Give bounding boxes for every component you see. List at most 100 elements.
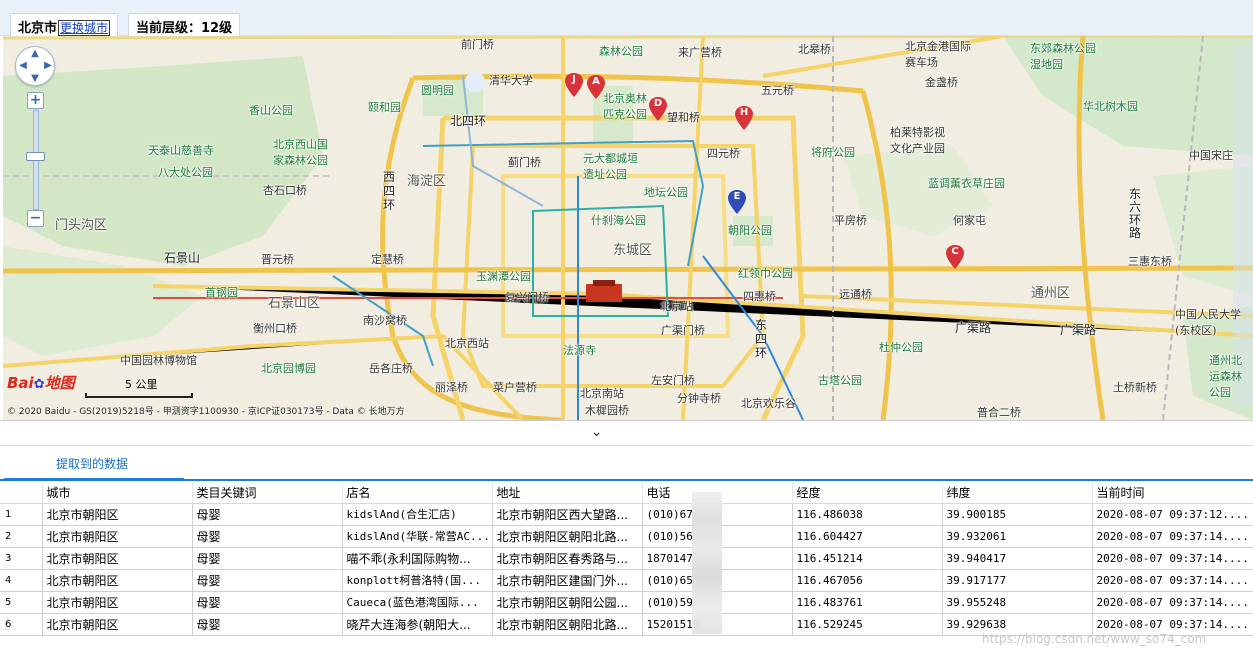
cell-longitude[interactable]: 116.451214 — [791, 546, 943, 570]
row-index: 6 — [0, 612, 43, 636]
marker-letter: H — [739, 107, 749, 118]
cell-city[interactable]: 北京市朝阳区 — [41, 524, 193, 548]
district-label: 海淀区 — [407, 174, 447, 189]
cell-address[interactable]: 北京市朝阳区朝阳北路... — [491, 612, 643, 636]
marker-letter: A — [592, 76, 600, 87]
place-label: 平房桥 — [834, 214, 867, 227]
cell-shop-name[interactable]: kidslAnd(合生汇店) — [341, 502, 493, 526]
cell-city[interactable]: 北京市朝阳区 — [41, 502, 193, 526]
road-label: 北四环 — [450, 114, 487, 128]
cell-longitude[interactable]: 116.467056 — [791, 568, 943, 592]
cell-longitude[interactable]: 116.483761 — [791, 590, 943, 614]
place-label: 中国园林博物馆 — [120, 354, 197, 367]
place-label: 左安门桥 — [651, 374, 695, 387]
table-row[interactable]: 4 北京市朝阳区 母婴 konplott柯普洛特(国... 北京市朝阳区建国门外… — [0, 568, 1253, 592]
cell-category[interactable]: 母婴 — [191, 590, 343, 614]
cell-category[interactable]: 母婴 — [191, 568, 343, 592]
row-index: 4 — [0, 568, 43, 592]
map-canvas[interactable]: 海淀区 东城区 石景山区 门头沟区 通州区 北四环 东六环路 西四环 东四环 广… — [3, 36, 1253, 420]
cell-address[interactable]: 北京市朝阳区春秀路与... — [491, 546, 643, 570]
zoom-slider-handle[interactable] — [26, 152, 45, 161]
current-city-tab: 北京市 更换城市 — [10, 13, 119, 36]
poi-label: 北京西山国家森林公园 — [273, 138, 328, 167]
place-label: 衡州口桥 — [253, 322, 297, 335]
place-label: 菜户营桥 — [493, 381, 537, 394]
road-label: 西四环 — [383, 170, 396, 212]
zoom-out-button[interactable]: − — [27, 210, 44, 227]
map-marker[interactable]: C — [946, 245, 964, 269]
cell-address[interactable]: 北京市朝阳区朝阳北路... — [491, 524, 643, 548]
cell-shop-name[interactable]: 喵不乖(永利国际购物... — [341, 546, 493, 570]
poi-label: 天泰山慈善寺 — [148, 144, 214, 157]
cell-latitude[interactable]: 39.932061 — [941, 524, 1093, 548]
cell-longitude[interactable]: 116.529245 — [791, 612, 943, 636]
cell-city[interactable]: 北京市朝阳区 — [41, 590, 193, 614]
change-city-link[interactable]: 更换城市 — [58, 20, 111, 36]
table-row[interactable]: 2 北京市朝阳区 母婴 kidslAnd(华联-常营AC... 北京市朝阳区朝阳… — [0, 524, 1253, 548]
cell-longitude[interactable]: 116.604427 — [791, 524, 943, 548]
cell-category[interactable]: 母婴 — [191, 502, 343, 526]
cell-address[interactable]: 北京市朝阳区朝阳公园... — [491, 590, 643, 614]
cell-time[interactable]: 2020-08-07 09:37:14.... — [1091, 568, 1253, 592]
cell-latitude[interactable]: 39.940417 — [941, 546, 1093, 570]
baidu-paw-icon: ✿ — [33, 377, 45, 392]
cell-shop-name[interactable]: kidslAnd(华联-常营AC... — [341, 524, 493, 548]
table-row[interactable]: 5 北京市朝阳区 母婴 Caueca(蓝色港湾国际... 北京市朝阳区朝阳公园.… — [0, 590, 1253, 614]
zoom-in-button[interactable]: + — [27, 92, 44, 109]
map-marker[interactable]: H — [735, 106, 753, 130]
column-header[interactable]: 类目关键词 — [192, 483, 343, 504]
row-index: 3 — [0, 546, 43, 570]
cell-time[interactable]: 2020-08-07 09:37:14.... — [1091, 524, 1253, 548]
place-label: 何家屯 — [953, 214, 986, 227]
column-header[interactable]: 纬度 — [942, 483, 1093, 504]
column-header[interactable]: 地址 — [492, 483, 643, 504]
column-header[interactable]: 店名 — [342, 483, 493, 504]
place-label: 金盏桥 — [925, 76, 958, 89]
poi-label: 将府公园 — [811, 146, 855, 159]
pan-down-icon[interactable]: ▼ — [29, 73, 41, 85]
cell-city[interactable]: 北京市朝阳区 — [41, 546, 193, 570]
panel-collapse-bar[interactable]: ⌄ — [0, 420, 1253, 446]
cell-shop-name[interactable]: konplott柯普洛特(国... — [341, 568, 493, 592]
cell-category[interactable]: 母婴 — [191, 546, 343, 570]
current-city-label: 北京市 — [18, 21, 58, 36]
pan-up-icon[interactable]: ▲ — [29, 48, 41, 60]
column-header[interactable]: 经度 — [792, 483, 943, 504]
row-index-header — [0, 483, 43, 504]
table-row[interactable]: 1 北京市朝阳区 母婴 kidslAnd(合生汇店) 北京市朝阳区西大望路...… — [0, 502, 1253, 526]
row-index: 1 — [0, 502, 43, 526]
map-marker[interactable]: D — [649, 97, 667, 121]
cell-city[interactable]: 北京市朝阳区 — [41, 612, 193, 636]
pan-control[interactable]: ▲ ▼ ◀ ▶ — [15, 46, 55, 86]
map-marker[interactable]: J — [565, 73, 583, 97]
table-row[interactable]: 3 北京市朝阳区 母婴 喵不乖(永利国际购物... 北京市朝阳区春秀路与... … — [0, 546, 1253, 570]
cell-latitude[interactable]: 39.955248 — [941, 590, 1093, 614]
pan-right-icon[interactable]: ▶ — [42, 60, 54, 72]
cell-category[interactable]: 母婴 — [191, 524, 343, 548]
cell-time[interactable]: 2020-08-07 09:37:14.... — [1091, 546, 1253, 570]
cell-time[interactable]: 2020-08-07 09:37:12.... — [1091, 502, 1253, 526]
place-label: 来广营桥 — [678, 46, 722, 59]
place-label: 普合二桥 — [977, 406, 1021, 419]
column-header[interactable]: 城市 — [42, 483, 193, 504]
cell-shop-name[interactable]: 晓芹大连海参(朝阳大... — [341, 612, 493, 636]
map-marker[interactable]: A — [587, 75, 605, 99]
cell-address[interactable]: 北京市朝阳区建国门外... — [491, 568, 643, 592]
cell-category[interactable]: 母婴 — [191, 612, 343, 636]
pan-left-icon[interactable]: ◀ — [17, 60, 29, 72]
cell-time[interactable]: 2020-08-07 09:37:14.... — [1091, 590, 1253, 614]
place-label: 北京金港国际赛车场 — [905, 40, 971, 69]
cell-latitude[interactable]: 39.917177 — [941, 568, 1093, 592]
cell-city[interactable]: 北京市朝阳区 — [41, 568, 193, 592]
column-header[interactable]: 当前时间 — [1092, 483, 1253, 504]
place-label: 北京南站 — [580, 387, 624, 400]
cell-address[interactable]: 北京市朝阳区西大望路... — [491, 502, 643, 526]
chevron-down-icon[interactable]: ⌄ — [591, 424, 603, 440]
tab-extracted-data[interactable]: 提取到的数据 — [4, 447, 184, 481]
cell-shop-name[interactable]: Caueca(蓝色港湾国际... — [341, 590, 493, 614]
cell-latitude[interactable]: 39.900185 — [941, 502, 1093, 526]
cell-longitude[interactable]: 116.486038 — [791, 502, 943, 526]
poi-label: 圆明园 — [421, 84, 454, 97]
map-marker[interactable]: E — [728, 190, 746, 214]
table-header-row: 城市 类目关键词 店名 地址 电话 经度 纬度 当前时间 — [0, 483, 1253, 504]
